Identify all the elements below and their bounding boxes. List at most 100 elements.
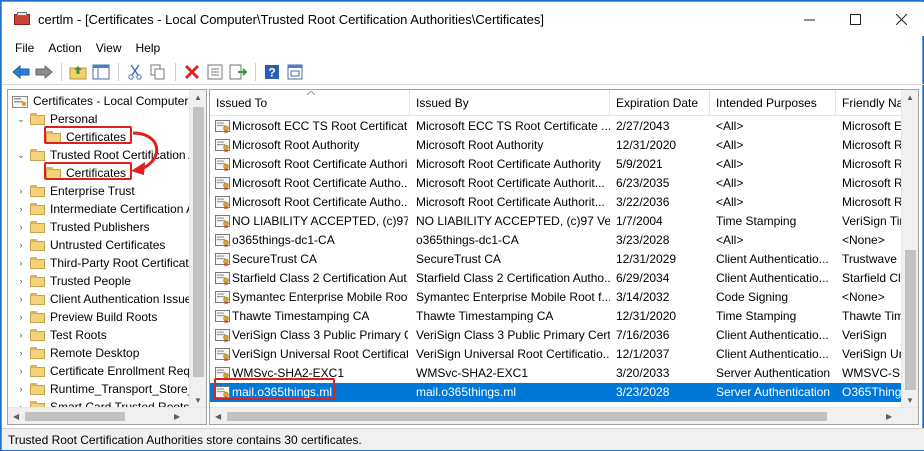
list-vertical-scrollbar[interactable]: ▲ ▼	[901, 90, 918, 408]
certificate-icon	[215, 347, 230, 362]
certificate-list[interactable]: Issued To Issued By Expiration Date Inte…	[209, 89, 919, 425]
status-bar: Trusted Root Certification Authorities s…	[2, 428, 924, 450]
column-expiration-date[interactable]: Expiration Date	[610, 90, 710, 116]
collapsed-chevron-icon[interactable]: ›	[16, 330, 26, 340]
certificate-icon	[215, 214, 230, 229]
up-folder-button[interactable]	[67, 61, 89, 83]
cell-expiration: 3/14/2032	[616, 290, 670, 304]
scroll-left-icon[interactable]: ◀	[13, 412, 19, 421]
properties-button[interactable]	[204, 61, 226, 83]
table-row[interactable]: Thawte Timestamping CA Thawte Timestampin…	[210, 307, 902, 326]
title-bar[interactable]: certlm - [Certificates - Local Computer\…	[2, 2, 924, 36]
column-issued-by[interactable]: Issued By	[410, 90, 610, 116]
table-row[interactable]: VeriSign Class 3 Public Primary C... Veri…	[210, 326, 902, 345]
annotation-arrow-icon	[131, 131, 159, 175]
scroll-right-icon[interactable]: ▶	[174, 412, 180, 421]
forward-button[interactable]	[33, 61, 55, 83]
table-row[interactable]: Microsoft Root Certificate Autho... Micro…	[210, 174, 902, 193]
folder-icon	[30, 257, 45, 269]
scroll-down-icon[interactable]: ▼	[194, 396, 202, 405]
collapsed-chevron-icon[interactable]: ›	[16, 222, 26, 232]
list-scroll-down-icon[interactable]: ▼	[906, 396, 914, 405]
console-view-button[interactable]	[284, 61, 306, 83]
collapsed-chevron-icon[interactable]: ›	[16, 240, 26, 250]
tree-item-5[interactable]: › Intermediate Certification Authorities	[16, 200, 207, 218]
tree-hscroll-thumb[interactable]	[25, 412, 125, 421]
tree-horizontal-scrollbar[interactable]: ◀ ▶	[8, 407, 206, 424]
cell-issued-to: VeriSign Universal Root Certificat...	[232, 347, 408, 361]
delete-button[interactable]	[181, 61, 203, 83]
cut-button[interactable]	[124, 61, 146, 83]
tree-scroll-thumb[interactable]	[193, 107, 204, 377]
tree-item-11[interactable]: › Preview Build Roots	[16, 308, 158, 326]
help-button[interactable]: ?	[261, 61, 283, 83]
tree-item-4[interactable]: › Enterprise Trust	[16, 182, 135, 200]
forward-icon	[35, 64, 53, 79]
back-button[interactable]	[10, 61, 32, 83]
table-row[interactable]: Microsoft Root Certificate Autho... Micro…	[210, 193, 902, 212]
tree-vertical-scrollbar[interactable]: ▲ ▼	[189, 90, 206, 408]
tree-item-14[interactable]: › Certificate Enrollment Requests	[16, 362, 207, 380]
table-row[interactable]: Microsoft Root Authority Microsoft Root A…	[210, 136, 902, 155]
collapsed-chevron-icon[interactable]: ›	[16, 348, 26, 358]
collapsed-chevron-icon[interactable]: ›	[16, 384, 26, 394]
tree-item-9[interactable]: › Trusted People	[16, 272, 131, 290]
table-row[interactable]: Microsoft ECC TS Root Certificat... Micro…	[210, 117, 902, 136]
tree-item-6[interactable]: › Trusted Publishers	[16, 218, 150, 236]
back-icon	[12, 64, 30, 79]
tree-root[interactable]: Certificates - Local Computer	[12, 92, 188, 110]
copy-button[interactable]	[147, 61, 169, 83]
certificate-icon	[215, 176, 230, 191]
tree-item-label: Trusted People	[50, 274, 131, 288]
maximize-button[interactable]	[832, 2, 878, 36]
list-scroll-right-icon[interactable]: ▶	[886, 412, 892, 421]
close-button[interactable]	[878, 2, 924, 36]
menu-help[interactable]: Help	[129, 41, 168, 55]
cell-issued-by: NO LIABILITY ACCEPTED, (c)97 VeriS...	[416, 214, 610, 228]
collapsed-chevron-icon[interactable]: ›	[16, 276, 26, 286]
certificate-icon	[215, 195, 230, 210]
tree-item-7[interactable]: › Untrusted Certificates	[16, 236, 166, 254]
column-intended-purposes[interactable]: Intended Purposes	[710, 90, 836, 116]
collapsed-chevron-icon[interactable]: ›	[16, 312, 26, 322]
scroll-up-icon[interactable]: ▲	[194, 93, 202, 102]
tree-item-10[interactable]: › Client Authentication Issuers	[16, 290, 202, 308]
list-horizontal-scrollbar[interactable]: ◀ ▶	[210, 407, 918, 424]
collapsed-chevron-icon[interactable]: ›	[16, 186, 26, 196]
table-row[interactable]: Symantec Enterprise Mobile Root ... Syman…	[210, 288, 902, 307]
certlm-window: certlm - [Certificates - Local Computer\…	[0, 0, 924, 451]
menu-action[interactable]: Action	[41, 41, 88, 55]
list-hscroll-thumb[interactable]	[227, 412, 827, 421]
table-row[interactable]: Microsoft Root Certificate Authori... Mic…	[210, 155, 902, 174]
tree-item-label: Trusted Publishers	[50, 220, 150, 234]
show-hide-tree-button[interactable]	[90, 61, 112, 83]
cell-purposes: <All>	[716, 176, 744, 190]
tree-item-12[interactable]: › Test Roots	[16, 326, 107, 344]
table-row[interactable]: NO LIABILITY ACCEPTED, (c)97 Ve... NO LIA…	[210, 212, 902, 231]
tree-item-13[interactable]: › Remote Desktop	[16, 344, 140, 362]
menu-view[interactable]: View	[89, 41, 129, 55]
tree-item-8[interactable]: › Third-Party Root Certification Authorit…	[16, 254, 207, 272]
minimize-button[interactable]	[786, 2, 832, 36]
list-scroll-up-icon[interactable]: ▲	[906, 93, 914, 102]
collapsed-chevron-icon[interactable]: ›	[16, 204, 26, 214]
cell-purposes: <All>	[716, 157, 744, 171]
cell-expiration: 12/31/2029	[616, 252, 677, 266]
table-row[interactable]: VeriSign Universal Root Certificat... Ver…	[210, 345, 902, 364]
expanded-chevron-icon[interactable]: ⌄	[16, 114, 26, 125]
expanded-chevron-icon[interactable]: ⌄	[16, 150, 26, 161]
table-row[interactable]: o365things-dc1-CA o365things-dc1-CA 3/23/2…	[210, 231, 902, 250]
list-scroll-left-icon[interactable]: ◀	[215, 412, 221, 421]
tree-item-15[interactable]: › Runtime_Transport_Store_	[16, 380, 195, 398]
collapsed-chevron-icon[interactable]: ›	[16, 366, 26, 376]
column-friendly-name[interactable]: Friendly Na	[836, 90, 902, 116]
export-list-button[interactable]	[227, 61, 249, 83]
collapsed-chevron-icon[interactable]: ›	[16, 294, 26, 304]
table-row[interactable]: Starfield Class 2 Certification Aut... St…	[210, 269, 902, 288]
collapsed-chevron-icon[interactable]: ›	[16, 258, 26, 268]
certificate-icon	[215, 290, 230, 305]
list-scroll-thumb[interactable]	[905, 250, 916, 390]
table-row[interactable]: SecureTrust CA SecureTrust CA 12/31/2029 Cl…	[210, 250, 902, 269]
menu-file[interactable]: File	[2, 41, 41, 55]
cell-friendly-name: Microsoft R	[842, 138, 902, 152]
